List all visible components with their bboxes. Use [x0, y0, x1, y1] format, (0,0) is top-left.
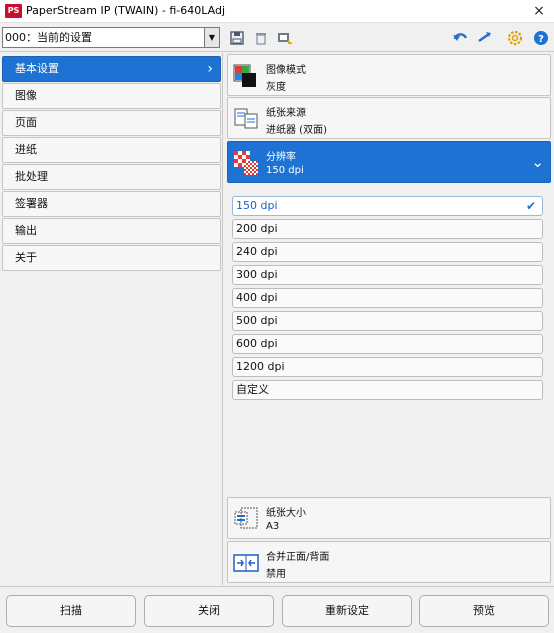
reset-button[interactable]: 重新设定	[282, 595, 412, 627]
delete-icon[interactable]	[252, 29, 270, 47]
sidebar-item-batch[interactable]: 批处理	[2, 164, 221, 190]
merge-icon	[233, 554, 259, 572]
paper-source-card[interactable]: 纸张来源 进纸器 (双面)	[227, 97, 551, 139]
sidebar-item-label: 基本设置	[15, 62, 59, 75]
sidebar-item-label: 批处理	[15, 170, 48, 183]
sidebar-item-page[interactable]: 页面	[2, 110, 221, 136]
resolution-icon	[234, 151, 258, 175]
resolution-option-600[interactable]: 600 dpi	[232, 334, 543, 354]
preview-button[interactable]: 预览	[419, 595, 549, 627]
resolution-title: 分辨率	[266, 152, 296, 163]
resolution-option-label: 400 dpi	[236, 291, 278, 304]
sidebar-item-label: 页面	[15, 116, 37, 129]
sidebar-item-output[interactable]: 输出	[2, 218, 221, 244]
resolution-options-list: 150 dpi ✔ 200 dpi 240 dpi 300 dpi 400 dp…	[227, 190, 551, 495]
resolution-option-label: 200 dpi	[236, 222, 278, 235]
sidebar-item-basic-settings[interactable]: 基本设置 ›	[2, 56, 221, 82]
resolution-option-label: 300 dpi	[236, 268, 278, 281]
paper-source-title: 纸张来源	[266, 108, 306, 119]
undo-icon[interactable]	[452, 29, 470, 47]
window-title: PaperStream IP (TWAIN) - fi-640LAdj	[26, 4, 226, 17]
sidebar-item-about[interactable]: 关于	[2, 245, 221, 271]
resolution-option-240[interactable]: 240 dpi	[232, 242, 543, 262]
image-mode-value: 灰度	[266, 82, 286, 93]
close-window-button[interactable]: ×	[524, 0, 554, 23]
image-mode-icon	[233, 64, 256, 87]
sidebar-item-label: 关于	[15, 251, 37, 264]
resolution-option-label: 240 dpi	[236, 245, 278, 258]
resolution-option-label: 自定义	[236, 383, 269, 396]
paper-size-card[interactable]: 纸张大小 A3	[227, 497, 551, 539]
sidebar-item-label: 进纸	[15, 143, 37, 156]
resolution-option-label: 150 dpi	[236, 199, 278, 212]
resolution-value: 150 dpi	[266, 165, 304, 176]
sidebar-item-label: 签署器	[15, 197, 48, 210]
merge-title: 合并正面/背面	[266, 552, 330, 563]
image-mode-title: 图像模式	[266, 65, 306, 76]
image-mode-card[interactable]: 图像模式 灰度	[227, 54, 551, 96]
help-icon[interactable]: ?	[532, 29, 550, 47]
sidebar-item-label: 图像	[15, 89, 37, 102]
resolution-option-150[interactable]: 150 dpi ✔	[232, 196, 543, 216]
paper-size-icon	[234, 507, 258, 529]
switch-icon[interactable]	[476, 29, 494, 47]
scan-button[interactable]: 扫描	[6, 595, 136, 627]
resolution-option-200[interactable]: 200 dpi	[232, 219, 543, 239]
resolution-option-400[interactable]: 400 dpi	[232, 288, 543, 308]
title-bar: PS PaperStream IP (TWAIN) - fi-640LAdj ×	[0, 0, 554, 23]
app-logo-icon: PS	[5, 4, 22, 18]
sidebar-item-imprinter[interactable]: 签署器	[2, 191, 221, 217]
chevron-right-icon: ›	[207, 61, 213, 77]
svg-text:?: ?	[538, 34, 544, 45]
resolution-option-label: 600 dpi	[236, 337, 278, 350]
sidebar-item-label: 输出	[15, 224, 37, 237]
toolbar: 000：当前的设置 ▼ ?	[0, 24, 554, 52]
sidebar-item-image[interactable]: 图像	[2, 83, 221, 109]
resolution-option-300[interactable]: 300 dpi	[232, 265, 543, 285]
resolution-option-label: 500 dpi	[236, 314, 278, 327]
gear-icon[interactable]	[506, 29, 524, 47]
save-icon[interactable]	[228, 29, 246, 47]
resolution-option-1200[interactable]: 1200 dpi	[232, 357, 543, 377]
close-button[interactable]: 关闭	[144, 595, 274, 627]
resolution-option-label: 1200 dpi	[236, 360, 285, 373]
chevron-down-icon[interactable]: ▼	[204, 28, 219, 47]
merge-value: 禁用	[266, 569, 286, 580]
resolution-option-500[interactable]: 500 dpi	[232, 311, 543, 331]
sidebar: 基本设置 › 图像 页面 进纸 批处理 签署器 输出 关于	[0, 53, 223, 585]
profile-manager-icon[interactable]	[276, 29, 294, 47]
paper-source-icon	[234, 108, 258, 129]
profile-value: 000：当前的设置	[5, 31, 92, 44]
paper-size-value: A3	[266, 521, 280, 532]
resolution-card[interactable]: 分辨率 150 dpi ⌄	[227, 141, 551, 183]
checkmark-icon: ✔	[525, 199, 536, 213]
paper-size-title: 纸张大小	[266, 508, 306, 519]
resolution-option-custom[interactable]: 自定义	[232, 380, 543, 400]
profile-dropdown[interactable]: 000：当前的设置 ▼	[2, 27, 220, 48]
footer-bar: 扫描 关闭 重新设定 预览	[0, 586, 554, 633]
sidebar-item-paper-feed[interactable]: 进纸	[2, 137, 221, 163]
chevron-down-icon: ⌄	[531, 153, 544, 171]
merge-front-back-card[interactable]: 合并正面/背面 禁用	[227, 541, 551, 583]
paper-source-value: 进纸器 (双面)	[266, 125, 327, 136]
